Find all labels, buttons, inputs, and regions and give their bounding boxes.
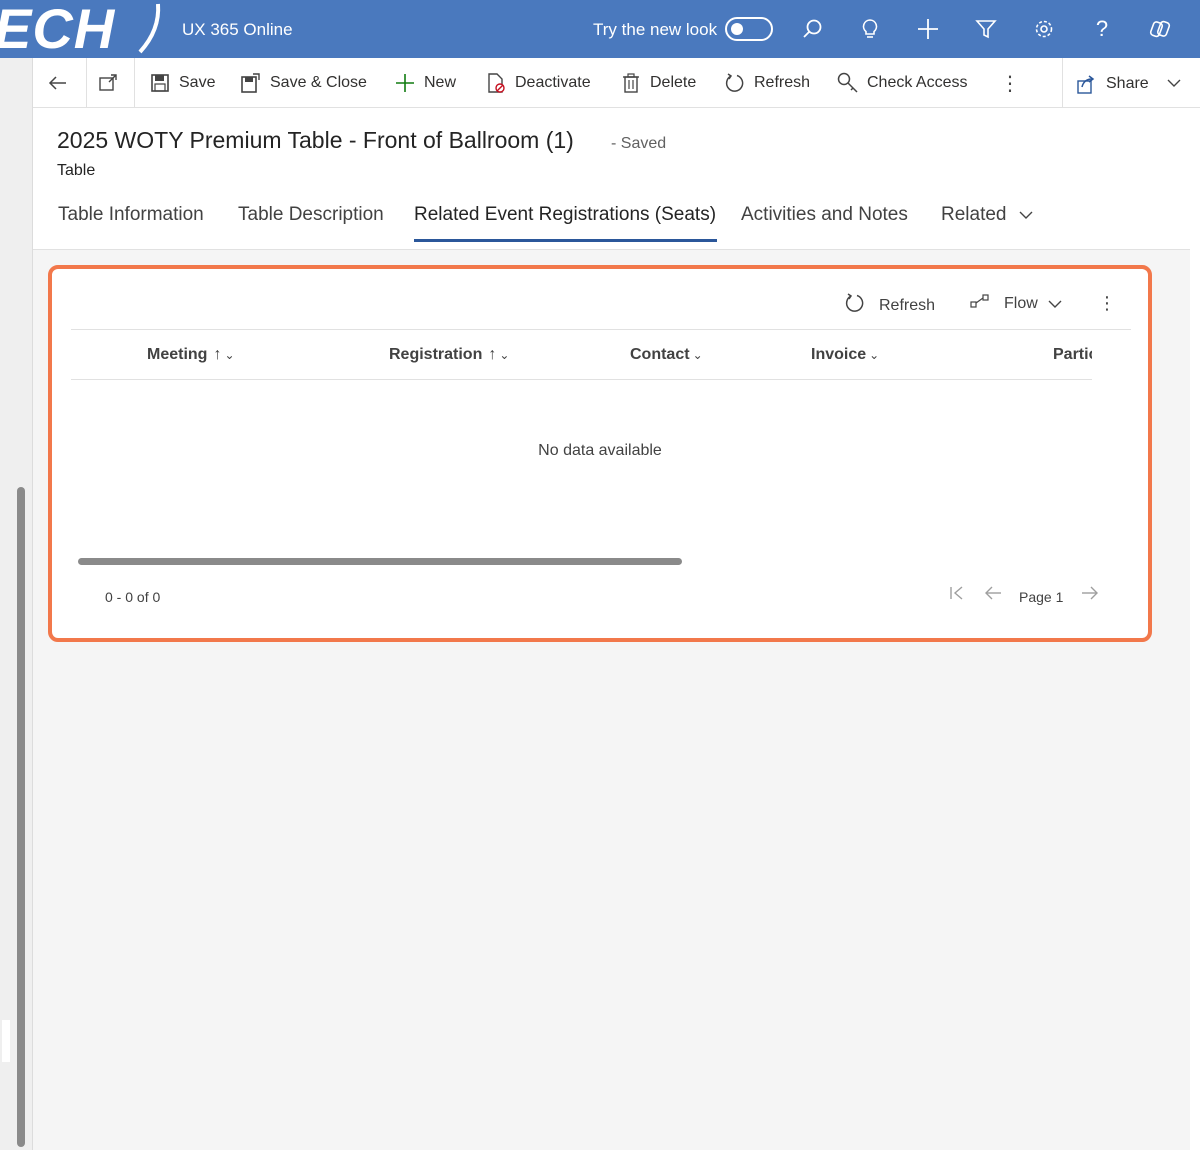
column-header-participant[interactable]: Partic — [1053, 346, 1092, 364]
delete-label: Delete — [650, 74, 697, 91]
flow-button[interactable]: Flow — [970, 293, 1062, 314]
share-icon — [1076, 73, 1098, 95]
back-arrow-icon — [47, 72, 69, 94]
chevron-down-icon — [1167, 75, 1181, 93]
more-commands-button[interactable]: ⋮ — [999, 70, 1029, 96]
check-access-button[interactable]: Check Access — [837, 70, 967, 96]
refresh-button[interactable]: Refresh — [724, 70, 810, 96]
more-vertical-icon: ⋮ — [1098, 293, 1116, 313]
more-vertical-icon: ⋮ — [1000, 72, 1020, 95]
share-label: Share — [1106, 75, 1149, 92]
grid-header-divider — [71, 379, 1092, 380]
app-title[interactable]: UX 365 Online — [182, 20, 293, 40]
record-title: 2025 WOTY Premium Table - Front of Ballr… — [57, 127, 574, 153]
save-button[interactable]: Save — [149, 70, 215, 96]
refresh-icon — [724, 72, 746, 94]
separator — [1062, 58, 1063, 108]
arrow-left-icon — [985, 586, 1001, 600]
refresh-label: Refresh — [754, 74, 811, 91]
column-header-label: Partic — [1053, 346, 1092, 363]
active-tab-indicator — [414, 239, 717, 242]
new-look-toggle[interactable] — [725, 17, 773, 41]
tab-related-label: Related — [941, 204, 1007, 225]
chevron-down-icon — [1019, 210, 1033, 220]
save-close-label: Save & Close — [270, 74, 367, 91]
deactivate-label: Deactivate — [515, 74, 591, 91]
lightbulb-icon[interactable] — [855, 14, 885, 44]
left-scrollbar[interactable] — [17, 487, 25, 1147]
help-icon[interactable]: ? — [1087, 14, 1117, 44]
logo-swoosh-icon — [138, 3, 161, 54]
record-count: 0 - 0 of 0 — [105, 589, 161, 605]
separator — [134, 58, 135, 108]
flow-icon — [970, 293, 990, 314]
share-button[interactable]: Share — [1076, 71, 1181, 97]
save-close-icon — [240, 72, 262, 94]
horizontal-scrollbar[interactable] — [78, 558, 682, 565]
tab-table-information[interactable]: Table Information — [58, 204, 204, 226]
next-page-button[interactable] — [1081, 585, 1099, 606]
plus-icon[interactable] — [913, 14, 943, 44]
separator — [86, 58, 87, 108]
related-registrations-subgrid: Refresh Flow ⋮ Meeting ↑ ⌄ Registration ↑ ⌄ … — [48, 265, 1152, 642]
page-label: Page 1 — [1019, 589, 1064, 605]
open-new-window-button[interactable] — [97, 70, 127, 96]
new-label: New — [424, 74, 457, 91]
flow-label: Flow — [1004, 294, 1038, 312]
deactivate-icon — [485, 72, 507, 94]
subgrid-refresh-button[interactable]: Refresh — [845, 293, 935, 318]
app-header: ECH UX 365 Online Try the new look ? — [0, 0, 1200, 58]
deactivate-button[interactable]: Deactivate — [485, 70, 591, 96]
check-access-label: Check Access — [867, 74, 968, 91]
save-label: Save — [179, 74, 216, 91]
toggle-knob — [731, 23, 743, 35]
tab-related-event-registrations[interactable]: Related Event Registrations (Seats) — [414, 204, 716, 226]
previous-page-button[interactable] — [984, 585, 1002, 606]
tab-activities-and-notes[interactable]: Activities and Notes — [741, 204, 908, 226]
plus-icon — [394, 72, 416, 94]
empty-grid-message: No data available — [538, 442, 662, 459]
save-close-button[interactable]: Save & Close — [240, 70, 367, 96]
form-tabs: Table Information Table Description Rela… — [33, 196, 1190, 250]
back-button[interactable] — [47, 70, 77, 96]
search-icon[interactable] — [797, 14, 827, 44]
new-button[interactable]: New — [394, 70, 456, 96]
save-icon — [149, 72, 171, 94]
column-header-clip: Partic — [71, 329, 1092, 379]
refresh-icon — [845, 293, 865, 318]
delete-button[interactable]: Delete — [620, 70, 696, 96]
app-logo[interactable]: ECH — [0, 0, 165, 58]
copilot-icon[interactable] — [1145, 14, 1175, 44]
new-look-label: Try the new look — [593, 20, 718, 39]
first-page-button[interactable] — [949, 585, 965, 606]
left-nav-marker — [2, 1020, 10, 1062]
trash-icon — [620, 72, 642, 94]
open-new-window-icon — [97, 72, 119, 94]
filter-icon[interactable] — [971, 14, 1001, 44]
command-bar: Save Save & Close New Deactivate Delete … — [33, 58, 1200, 108]
save-status: - Saved — [611, 135, 667, 152]
arrow-right-icon — [1082, 586, 1098, 600]
tab-table-description[interactable]: Table Description — [238, 204, 384, 226]
subgrid-more-button[interactable]: ⋮ — [1098, 293, 1116, 314]
tab-related[interactable]: Related — [941, 204, 1033, 226]
entity-name: Table — [57, 162, 96, 179]
first-page-icon — [950, 586, 963, 600]
chevron-down-icon — [1048, 299, 1062, 309]
settings-icon[interactable] — [1029, 14, 1059, 44]
key-search-icon — [837, 72, 859, 94]
subgrid-refresh-label: Refresh — [879, 296, 936, 314]
